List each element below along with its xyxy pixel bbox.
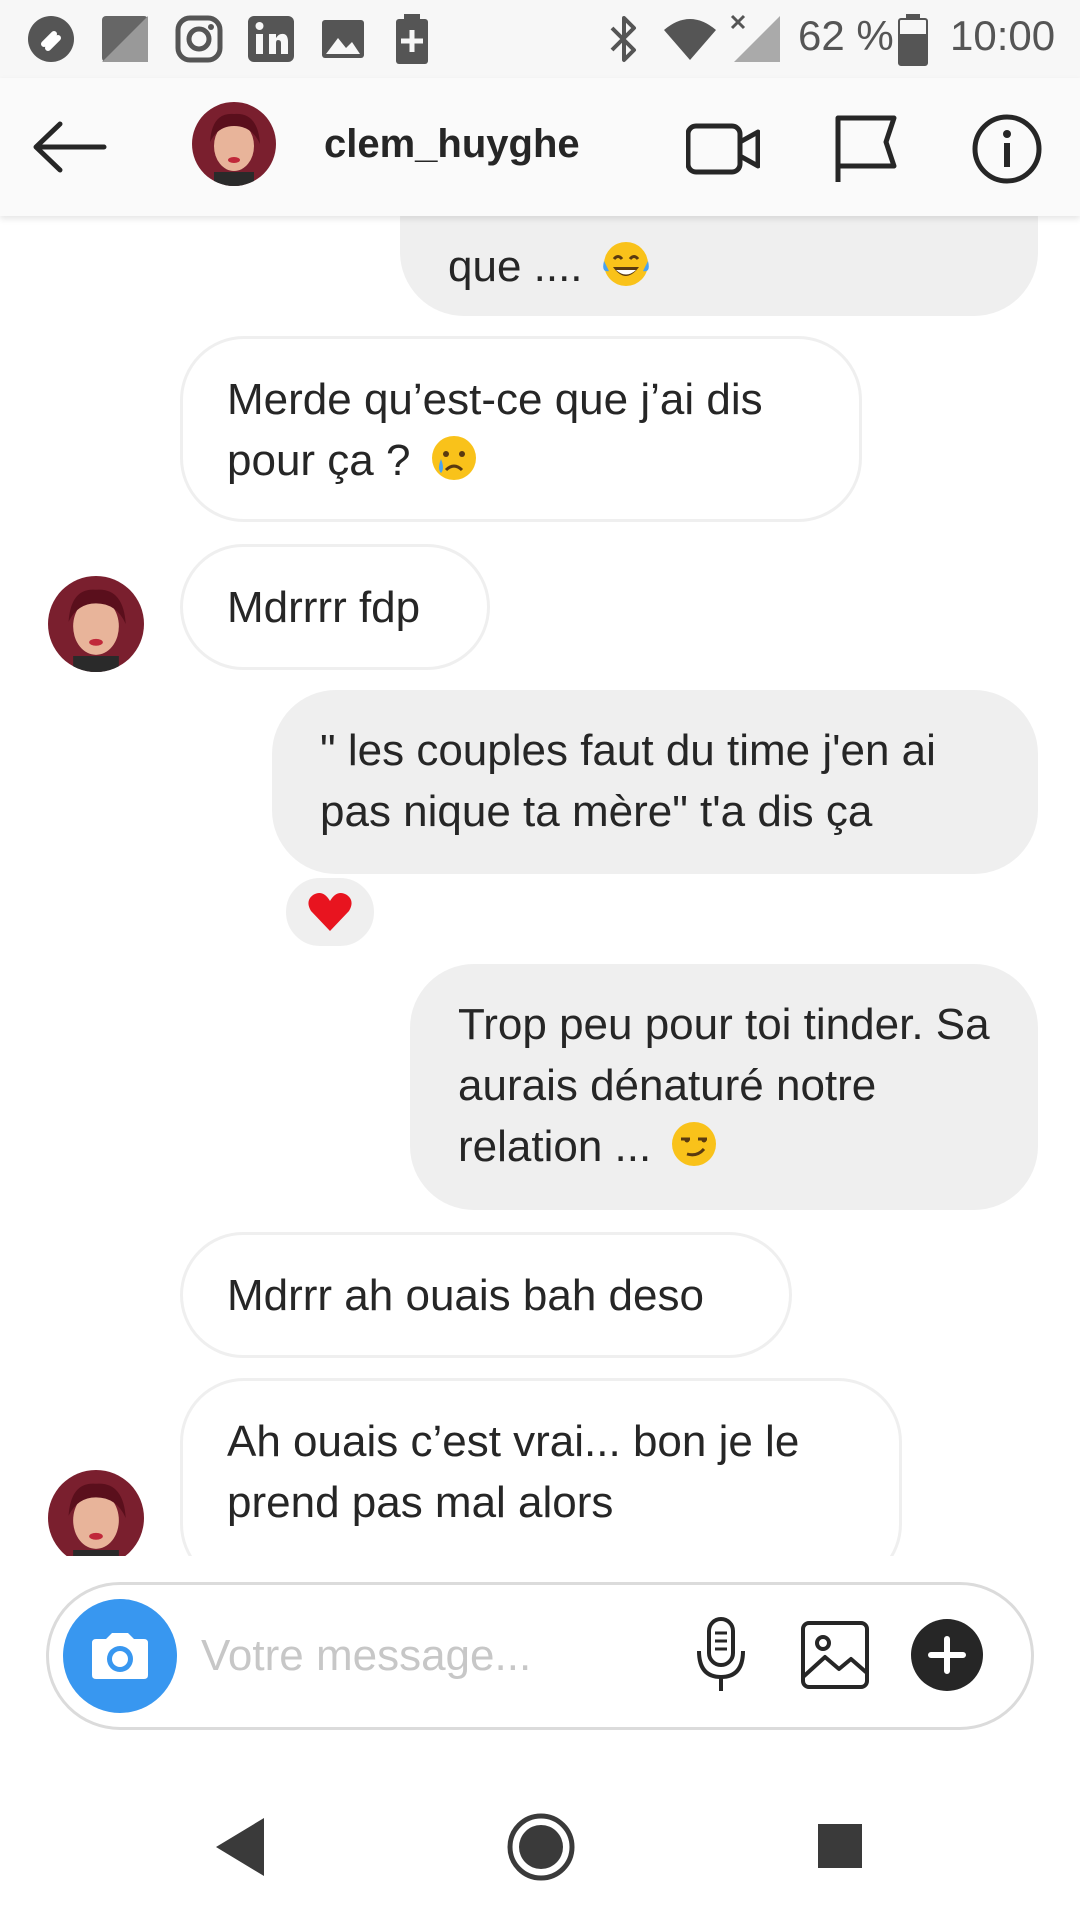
message-text: Trop peu pour toi tinder. Sa aurais déna… (458, 1000, 990, 1171)
shazam-icon (26, 14, 76, 69)
report-flag-button[interactable] (832, 112, 906, 186)
message-bubble-outgoing[interactable]: " les couples faut du time j'en ai pas n… (272, 690, 1038, 874)
crying-emoji-icon (431, 436, 476, 480)
bluetooth-icon (606, 14, 642, 69)
message-bubble-outgoing[interactable]: que .... (400, 216, 1038, 316)
back-button[interactable] (30, 114, 110, 180)
status-bar: 62 % 10:00 (0, 0, 1080, 78)
message-bubble-outgoing[interactable]: Trop peu pour toi tinder. Sa aurais déna… (410, 964, 1038, 1210)
nav-back-button[interactable] (210, 1814, 270, 1885)
message-bubble-incoming[interactable]: Ah ouais c’est vrai... bon je le prend p… (180, 1378, 902, 1556)
gallery-icon (801, 1621, 869, 1689)
linkedin-icon (246, 14, 296, 69)
conversation-header: clem_huyghe (0, 78, 1080, 216)
battery-percent: 62 % (798, 12, 894, 59)
back-arrow-icon (33, 121, 107, 173)
signal-icon (730, 14, 784, 69)
message-text: Ah ouais c’est vrai... bon je le prend p… (227, 1417, 800, 1527)
message-text: Mdrrrr fdp (227, 583, 421, 632)
heart-reaction[interactable] (282, 874, 378, 950)
nav-recents-button[interactable] (816, 1822, 864, 1875)
flag-icon (835, 115, 897, 182)
plus-icon (911, 1619, 983, 1691)
message-text: Merde qu’est-ce que j’ai dis pour ça ? (227, 375, 763, 485)
message-composer (46, 1582, 1034, 1730)
message-input[interactable] (199, 1615, 603, 1697)
battery-icon (898, 14, 928, 71)
camera-icon (92, 1633, 148, 1679)
message-bubble-incoming[interactable]: Merde qu’est-ce que j’ai dis pour ça ? (180, 336, 862, 522)
microphone-icon (697, 1617, 745, 1691)
contact-avatar[interactable] (192, 102, 276, 186)
laughing-tears-emoji-icon (602, 242, 649, 286)
sender-avatar[interactable] (48, 576, 144, 672)
info-icon (972, 114, 1042, 184)
instagram-icon (174, 14, 224, 69)
message-bubble-incoming[interactable]: Mdrrr ah ouais bah deso (180, 1232, 792, 1358)
message-text: Mdrrr ah ouais bah deso (227, 1271, 704, 1320)
message-text: que .... (448, 242, 583, 291)
video-call-button[interactable] (685, 112, 761, 186)
app-notification-icon (100, 14, 150, 69)
video-call-icon (685, 123, 761, 175)
clock: 10:00 (950, 12, 1056, 59)
conversation-info-button[interactable] (970, 112, 1044, 186)
nav-home-icon (507, 1813, 575, 1881)
image-notification-icon (318, 14, 368, 69)
voice-message-button[interactable] (681, 1615, 761, 1695)
camera-button[interactable] (63, 1599, 177, 1713)
message-bubble-incoming[interactable]: Mdrrrr fdp (180, 544, 490, 670)
nav-recents-icon (818, 1824, 862, 1868)
wifi-icon (662, 14, 718, 69)
message-list[interactable]: que .... Merde qu’est-ce que j’ai dis po… (0, 216, 1080, 1556)
android-navigation-bar (0, 1770, 1080, 1920)
heart-icon (308, 893, 352, 931)
gallery-button[interactable] (795, 1615, 875, 1695)
battery-plus-icon (394, 14, 430, 69)
sender-avatar[interactable] (48, 1470, 144, 1556)
message-text: " les couples faut du time j'en ai pas n… (320, 726, 936, 836)
nav-back-icon (216, 1818, 264, 1876)
nav-home-button[interactable] (506, 1812, 576, 1887)
contact-username[interactable]: clem_huyghe (324, 122, 580, 167)
more-options-button[interactable] (907, 1615, 987, 1695)
smirk-emoji-icon (672, 1122, 717, 1166)
